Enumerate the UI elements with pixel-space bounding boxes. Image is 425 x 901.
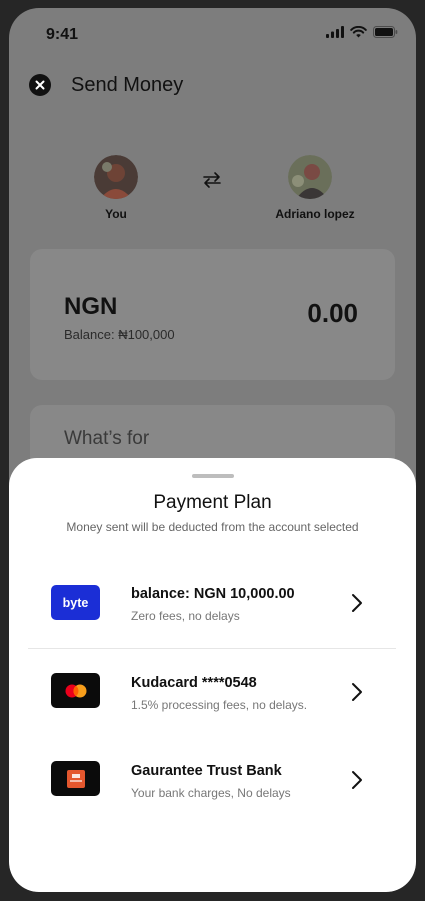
status-bar: 9:41 <box>9 8 416 60</box>
close-icon <box>35 80 45 90</box>
signal-icon <box>326 26 344 38</box>
payment-plan-sheet: Payment Plan Money sent will be deducted… <box>9 458 416 892</box>
byte-logo: byte <box>51 585 100 620</box>
payment-option-balance[interactable]: byte balance: NGN 10,000.00 Zero fees, n… <box>9 566 416 646</box>
divider <box>28 648 396 649</box>
sender-avatar <box>94 155 138 199</box>
payment-option-kudacard[interactable]: Kudacard ****0548 1.5% processing fees, … <box>9 655 416 735</box>
gtbank-logo <box>51 761 100 796</box>
recipient-avatar <box>288 155 332 199</box>
purpose-placeholder: What’s for <box>64 428 150 449</box>
option-title: Kudacard ****0548 <box>131 675 257 691</box>
chevron-right-icon <box>352 594 362 612</box>
device-frame: 9:41 Send Money You Adriano lopez NGN Ba… <box>0 0 425 901</box>
currency-code: NGN <box>64 293 118 320</box>
close-button[interactable] <box>29 74 51 96</box>
balance-text: Balance: ₦100,000 <box>64 327 175 342</box>
amount-card[interactable]: NGN Balance: ₦100,000 0.00 <box>30 249 395 380</box>
sender-label: You <box>105 207 127 221</box>
swap-direction-icon <box>202 171 222 194</box>
recipient-label: Adriano lopez <box>275 207 355 221</box>
screen-header: Send Money <box>29 70 389 100</box>
wifi-icon <box>350 26 367 38</box>
option-title: balance: NGN 10,000.00 <box>131 586 295 602</box>
payment-option-gtbank[interactable]: Gaurantee Trust Bank Your bank charges, … <box>9 743 416 823</box>
option-title: Gaurantee Trust Bank <box>131 763 282 779</box>
byte-logo-text: byte <box>62 595 89 610</box>
option-subtitle: Your bank charges, No delays <box>131 786 291 800</box>
phone-screen: 9:41 Send Money You Adriano lopez NGN Ba… <box>9 8 416 892</box>
mastercard-logo <box>51 673 100 708</box>
battery-icon <box>373 26 398 38</box>
option-subtitle: 1.5% processing fees, no delays. <box>131 698 308 712</box>
page-title: Send Money <box>71 73 184 96</box>
amount-input[interactable]: 0.00 <box>307 298 358 329</box>
chevron-right-icon <box>352 683 362 701</box>
chevron-right-icon <box>352 771 362 789</box>
status-time: 9:41 <box>46 26 79 43</box>
sheet-title: Payment Plan <box>153 492 272 513</box>
option-subtitle: Zero fees, no delays <box>131 609 240 623</box>
sheet-subtitle: Money sent will be deducted from the acc… <box>66 520 359 534</box>
status-icons <box>326 26 398 38</box>
sheet-drag-handle[interactable] <box>192 474 234 478</box>
